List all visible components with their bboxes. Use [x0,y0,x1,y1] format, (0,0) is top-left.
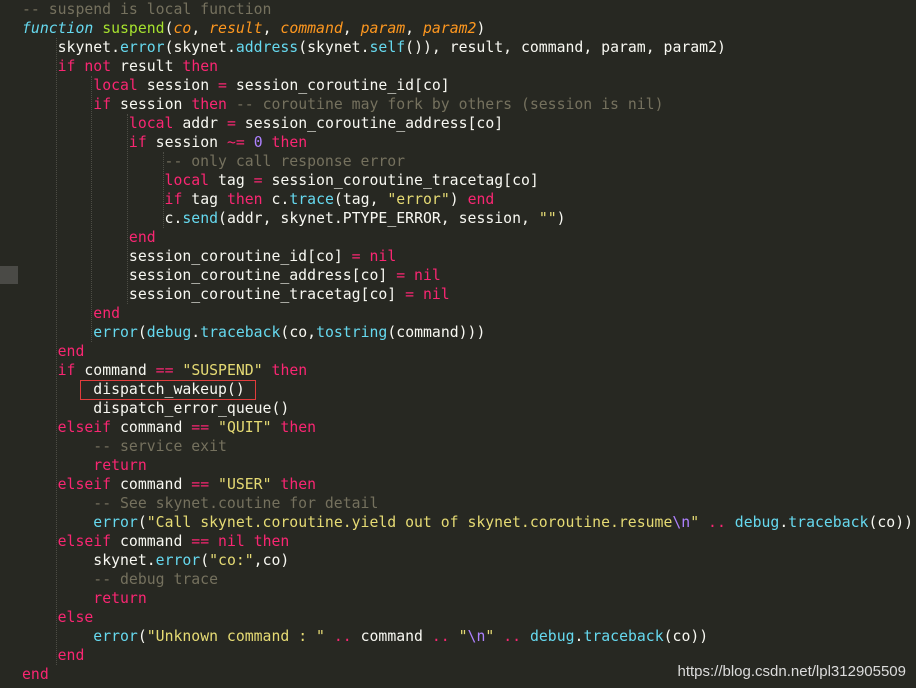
code-line[interactable]: -- See skynet.coutine for detail [22,494,378,513]
code-line[interactable]: return [22,589,146,608]
current-line-gutter-marker [0,266,18,284]
code-line[interactable]: local tag = session_coroutine_tracetag[c… [22,171,539,190]
code-line[interactable]: local session = session_coroutine_id[co] [22,76,449,95]
code-line[interactable]: -- debug trace [22,570,218,589]
code-line[interactable]: session_coroutine_address[co] = nil [22,266,441,285]
code-line[interactable]: if tag then c.trace(tag, "error") end [22,190,495,209]
code-line[interactable]: error("Call skynet.coroutine.yield out o… [22,513,913,532]
code-line[interactable]: if session then -- coroutine may fork by… [22,95,663,114]
code-line[interactable]: function suspend(co, result, command, pa… [22,19,485,38]
code-line[interactable]: local addr = session_coroutine_address[c… [22,114,503,133]
code-line[interactable]: -- service exit [22,437,227,456]
code-line[interactable]: end [22,342,85,361]
code-line[interactable]: error("Unknown command : " .. command ..… [22,627,708,646]
code-line[interactable]: dispatch_error_queue() [22,399,289,418]
code-line[interactable]: skynet.error("co:",co) [22,551,289,570]
watermark-url: https://blog.csdn.net/lpl312905509 [677,663,906,680]
code-line[interactable]: elseif command == "USER" then [22,475,316,494]
code-line[interactable]: end [22,665,49,684]
code-line[interactable]: else [22,608,94,627]
code-line[interactable]: skynet.error(skynet.address(skynet.self(… [22,38,726,57]
code-line[interactable]: -- only call response error [22,152,406,171]
dispatch-wakeup-highlight-box [80,380,256,400]
code-line[interactable]: if session ~= 0 then [22,133,307,152]
code-line[interactable]: end [22,646,85,665]
code-line[interactable]: elseif command == "QUIT" then [22,418,316,437]
code-line[interactable]: -- suspend is local function [22,0,271,19]
code-line[interactable]: if command == "SUSPEND" then [22,361,308,380]
code-line[interactable]: session_coroutine_tracetag[co] = nil [22,285,450,304]
code-line[interactable]: error(debug.traceback(co,tostring(comman… [22,323,485,342]
code-line[interactable]: c.send(addr, skynet.PTYPE_ERROR, session… [22,209,566,228]
code-editor[interactable]: -- suspend is local function function sus… [0,0,916,688]
code-line[interactable]: return [22,456,146,475]
code-line[interactable]: end [22,228,156,247]
code-line[interactable]: session_coroutine_id[co] = nil [22,247,396,266]
code-line[interactable]: end [22,304,120,323]
code-line[interactable]: elseif command == nil then [22,532,290,551]
code-line[interactable]: if not result then [22,57,218,76]
